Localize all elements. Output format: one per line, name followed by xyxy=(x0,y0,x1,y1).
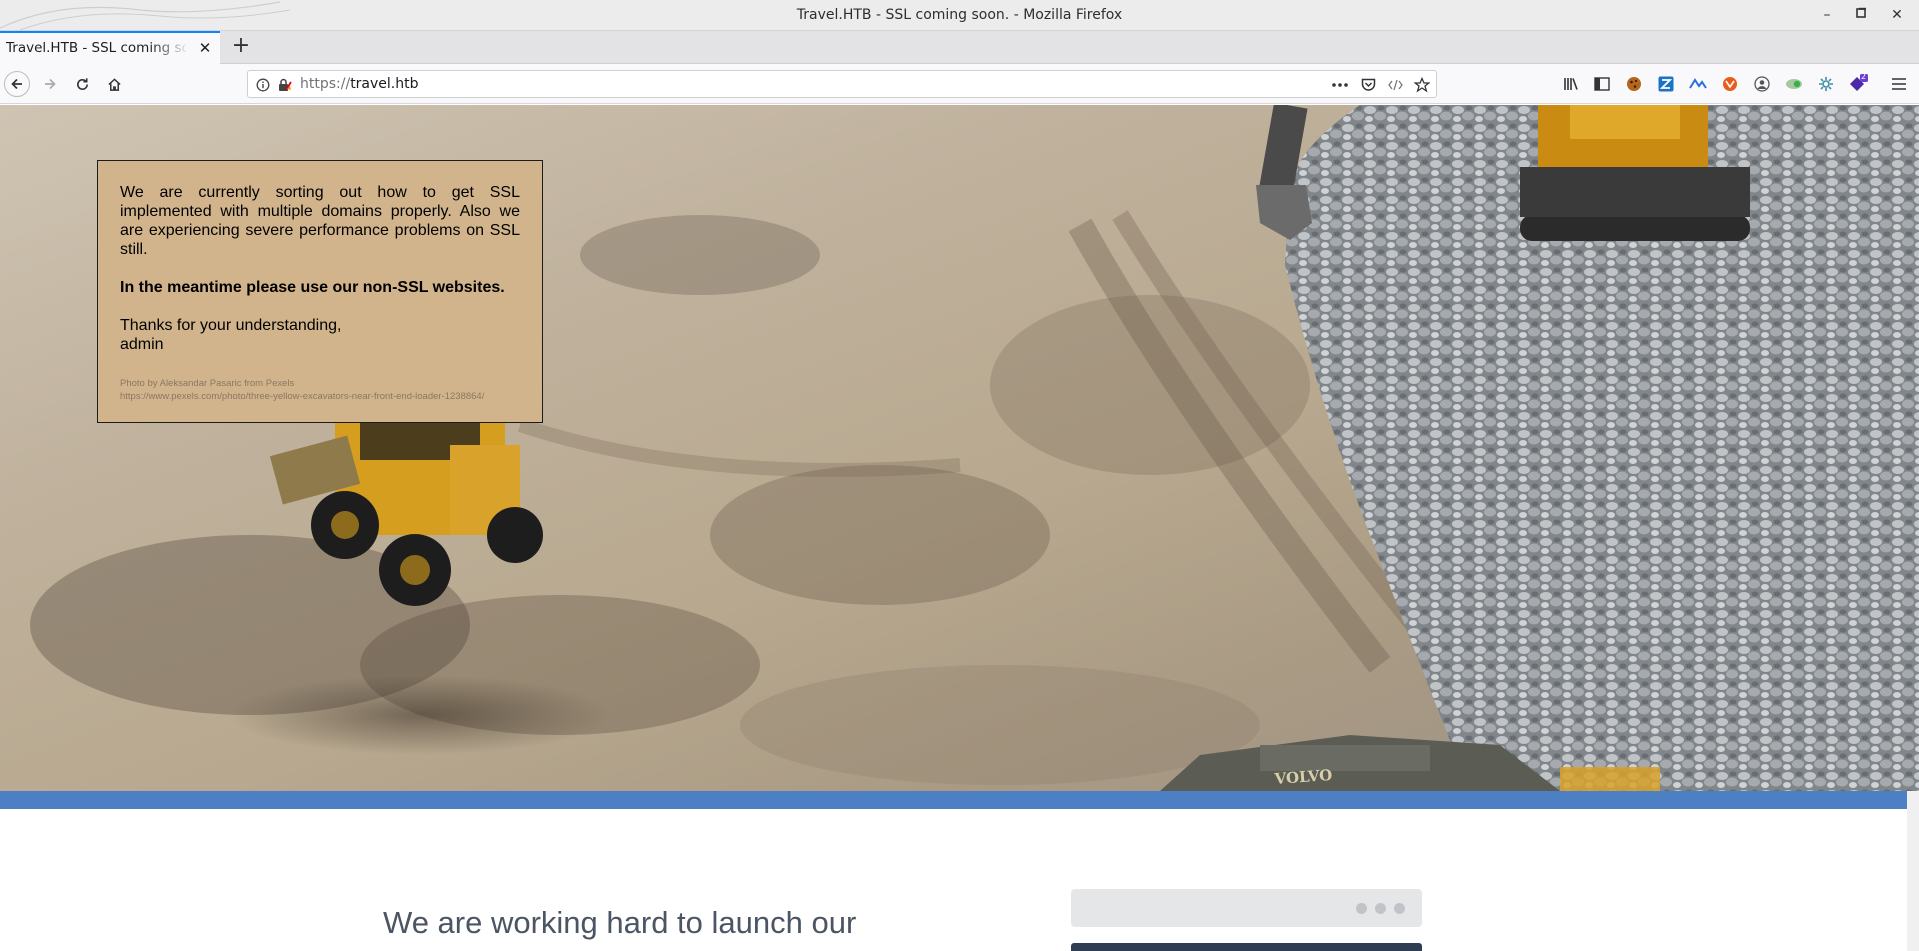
mock-window-dot xyxy=(1394,903,1405,914)
page-scrollbar[interactable] xyxy=(1907,791,1919,951)
mock-window-body xyxy=(1071,943,1422,951)
url-host: travel.htb xyxy=(350,76,419,92)
tab-close-icon[interactable]: ✕ xyxy=(196,39,214,57)
library-icon[interactable] xyxy=(1561,74,1581,94)
mock-window-dot xyxy=(1356,903,1367,914)
ssl-notice-box: We are currently sorting out how to get … xyxy=(97,160,543,423)
info-icon[interactable] xyxy=(253,75,273,95)
photo-credit: Photo by Aleksandar Pasaric from Pexels … xyxy=(120,377,520,403)
sidebar-icon[interactable] xyxy=(1592,74,1612,94)
insecure-lock-icon[interactable] xyxy=(274,75,294,95)
cookie-editor-icon[interactable] xyxy=(1784,74,1804,94)
photo-credit-author: Photo by Aleksandar Pasaric from Pexels xyxy=(120,378,295,389)
tab-travel-htb[interactable]: Travel.HTB - SSL coming soon. ✕ xyxy=(0,31,220,64)
extension-icon[interactable]: 2 xyxy=(1848,72,1868,94)
reload-icon[interactable] xyxy=(70,72,94,96)
launch-heading: We are working hard to launch our xyxy=(383,905,857,940)
window-titlebar: Travel.HTB - SSL coming soon. - Mozilla … xyxy=(0,0,1919,31)
minimize-icon[interactable]: – xyxy=(1818,6,1836,24)
maximize-icon[interactable] xyxy=(1852,6,1870,24)
navigation-toolbar: https://travel.htb 2 xyxy=(0,64,1919,104)
settings-gear-icon[interactable] xyxy=(1816,74,1836,94)
tab-title-fade xyxy=(150,33,190,64)
url-bar[interactable]: https://travel.htb xyxy=(247,70,1437,98)
foxyproxy-icon[interactable] xyxy=(1720,74,1740,94)
page-content: VOLVO We are currently sorting out how t… xyxy=(0,105,1919,951)
photo-credit-url: https://www.pexels.com/photo/three-yello… xyxy=(120,391,485,402)
mock-window-header xyxy=(1071,889,1422,927)
pocket-icon[interactable] xyxy=(1358,75,1378,95)
wappalyzer-icon[interactable] xyxy=(1688,74,1708,94)
home-icon[interactable] xyxy=(102,72,126,96)
window-title: Travel.HTB - SSL coming soon. - Mozilla … xyxy=(796,7,1123,23)
page-actions-icon[interactable] xyxy=(1330,75,1350,95)
mock-window-dot xyxy=(1375,903,1386,914)
url-text: https://travel.htb xyxy=(300,76,419,92)
extension-badge: 2 xyxy=(1861,72,1867,81)
back-icon[interactable] xyxy=(4,71,30,97)
notice-paragraph-ssl: We are currently sorting out how to get … xyxy=(120,184,520,258)
account-icon[interactable] xyxy=(1752,74,1772,94)
notice-paragraph-non-ssl: In the meantime please use our non-SSL w… xyxy=(120,279,505,296)
tab-strip: Travel.HTB - SSL coming soon. ✕ + xyxy=(0,31,1919,64)
cookie-icon[interactable] xyxy=(1624,74,1644,94)
zotero-icon[interactable] xyxy=(1656,74,1676,94)
reader-view-icon[interactable] xyxy=(1385,75,1405,95)
hero-image: VOLVO We are currently sorting out how t… xyxy=(0,105,1919,791)
notice-signature: admin xyxy=(120,336,164,353)
forward-icon[interactable] xyxy=(38,72,62,96)
url-protocol: https:// xyxy=(300,76,351,92)
notice-thanks: Thanks for your understanding, xyxy=(120,317,342,334)
blue-divider-band xyxy=(0,791,1907,809)
menu-icon[interactable] xyxy=(1889,74,1909,94)
new-tab-button[interactable]: + xyxy=(228,34,254,60)
window-close-icon[interactable]: ✕ xyxy=(1888,6,1906,24)
bookmark-star-icon[interactable] xyxy=(1412,75,1432,95)
